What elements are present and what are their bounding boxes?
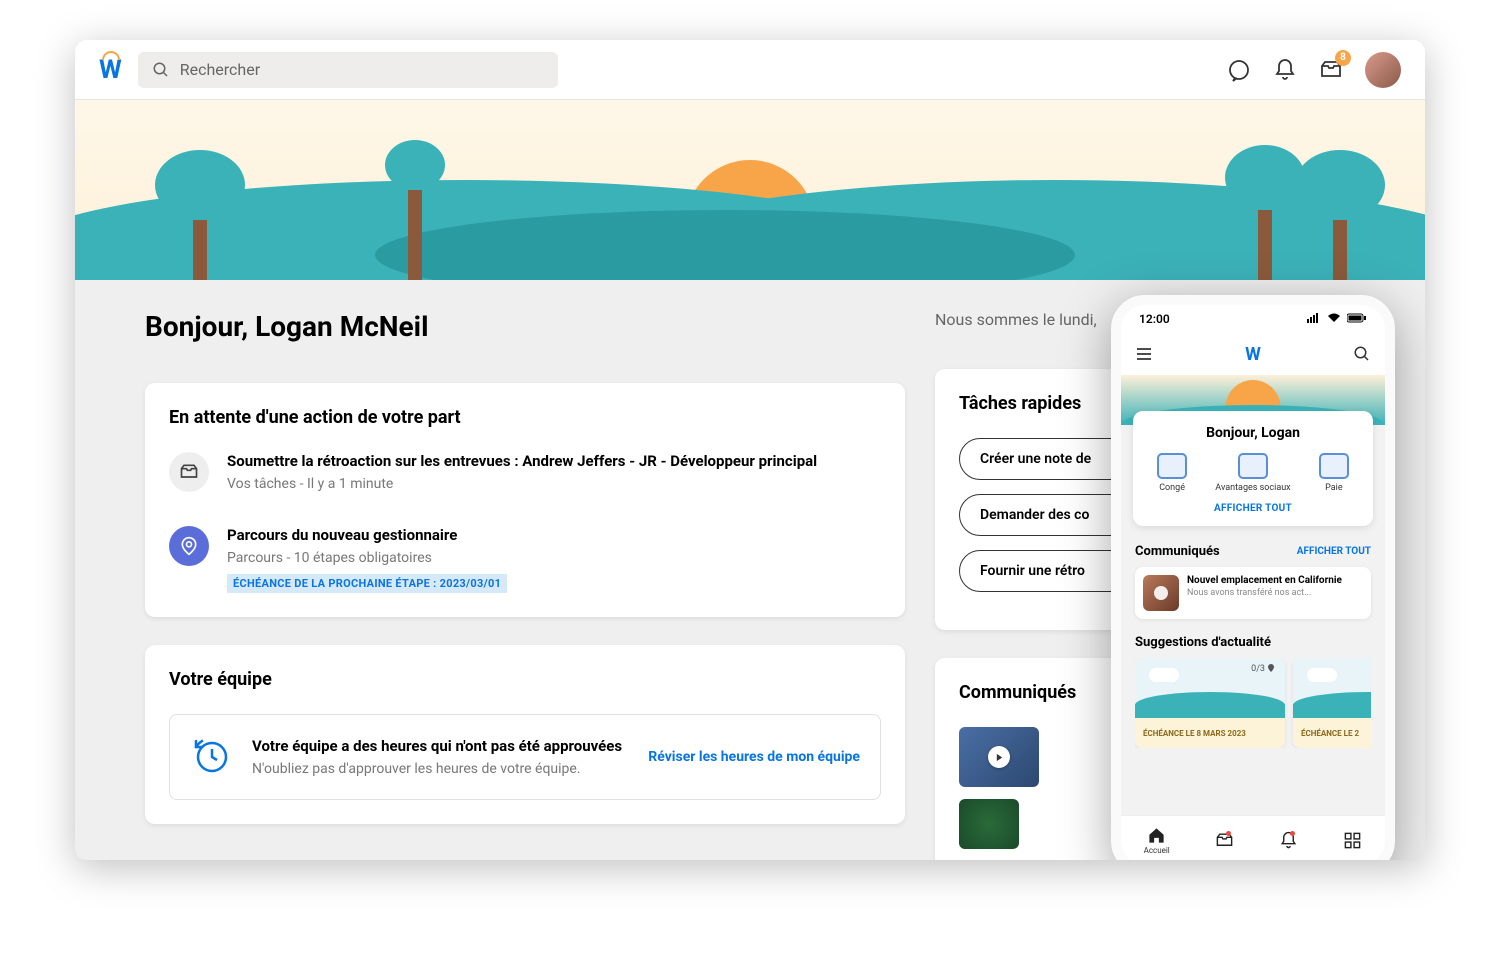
workday-logo[interactable]: W: [99, 55, 122, 85]
status-icons: [1307, 312, 1367, 326]
suitcase-icon: [1157, 453, 1187, 479]
journey-icon: [169, 526, 209, 566]
phone-comm-title: Communiqués: [1135, 544, 1220, 559]
inbox-task-icon: [169, 452, 209, 492]
phone-shortcut-pay[interactable]: Paie: [1319, 453, 1349, 493]
team-alert-title: Votre équipe a des heures qui n'ont pas …: [252, 737, 622, 755]
nav-notifications[interactable]: [1279, 831, 1298, 850]
show-all-link[interactable]: AFFICHER TOUT: [1143, 503, 1363, 514]
team-alert-box: Votre équipe a des heures qui n'ont pas …: [169, 714, 881, 800]
hero-banner: [75, 100, 1425, 280]
search-icon: [152, 61, 170, 79]
chat-icon[interactable]: [1227, 58, 1251, 82]
search-input[interactable]: Rechercher: [138, 52, 558, 88]
nav-inbox[interactable]: [1215, 831, 1234, 850]
team-alert-sub: N'oubliez pas d'approuver les heures de …: [252, 761, 622, 777]
play-icon: [1154, 586, 1168, 600]
user-avatar[interactable]: [1365, 52, 1401, 88]
search-placeholder: Rechercher: [180, 60, 260, 79]
action-item[interactable]: Soumettre la rétroaction sur les entrevu…: [169, 452, 881, 498]
phone-shortcut-benefits[interactable]: Avantages sociaux: [1215, 453, 1290, 493]
team-card: Votre équipe Votre équipe a des heures q…: [145, 645, 905, 824]
team-title: Votre équipe: [169, 669, 881, 690]
nav-apps[interactable]: [1343, 831, 1362, 850]
top-bar: W Rechercher 8: [75, 40, 1425, 100]
notification-dot: [1226, 831, 1231, 836]
play-icon: [988, 746, 1010, 768]
communique-thumb[interactable]: [959, 799, 1019, 849]
action-sub: Parcours - 10 étapes obligatoires: [227, 550, 507, 566]
due-label: ÉCHÉANCE LE 8 MARS 2023: [1135, 718, 1285, 748]
phone-status-bar: 12:00: [1121, 305, 1385, 333]
suggestions-title: Suggestions d'actualité: [1135, 635, 1271, 650]
menu-icon[interactable]: [1135, 345, 1153, 363]
inbox-badge: 8: [1335, 50, 1351, 66]
desktop-app: W Rechercher 8 Bonj: [75, 40, 1425, 860]
phone-time: 12:00: [1139, 312, 1170, 326]
phone-header: W: [1121, 333, 1385, 375]
search-icon[interactable]: [1353, 345, 1371, 363]
wallet-icon: [1319, 453, 1349, 479]
comm-item-title: Nouvel emplacement en Californie: [1187, 575, 1342, 586]
video-thumb: [1143, 575, 1179, 611]
clock-refresh-icon: [190, 735, 234, 779]
communique-video-thumb[interactable]: [959, 727, 1039, 787]
date-text: Nous sommes le lundi,: [935, 310, 1097, 329]
comm-item-sub: Nous avons transféré nos act...: [1187, 588, 1342, 598]
awaiting-title: En attente d'une action de votre part: [169, 407, 881, 428]
bell-icon[interactable]: [1273, 58, 1297, 82]
phone-greeting-card: Bonjour, Logan Congé Avantages sociaux P…: [1133, 411, 1373, 526]
action-title: Soumettre la rétroaction sur les entrevu…: [227, 452, 817, 470]
nav-home[interactable]: Accueil: [1144, 826, 1170, 855]
phone-bottom-nav: Accueil: [1121, 815, 1385, 860]
phone-comm-link[interactable]: AFFICHER TOUT: [1297, 546, 1371, 557]
progress-marker: 0/3: [1251, 664, 1275, 674]
due-badge: ÉCHÉANCE DE LA PROCHAINE ÉTAPE : 2023/03…: [227, 574, 507, 593]
review-hours-link[interactable]: Réviser les heures de mon équipe: [648, 749, 860, 765]
due-label: ÉCHÉANCE LE 2: [1293, 718, 1371, 748]
action-sub: Vos tâches - Il y a 1 minute: [227, 476, 817, 492]
phone-overlay: 12:00 W Bonjour, Logan Congé Avantages s…: [1111, 295, 1395, 860]
suggestion-card[interactable]: 0/3 ÉCHÉANCE LE 8 MARS 2023: [1135, 658, 1285, 748]
action-title: Parcours du nouveau gestionnaire: [227, 526, 507, 544]
shield-icon: [1238, 453, 1268, 479]
phone-communique-item[interactable]: Nouvel emplacement en Californie Nous av…: [1135, 567, 1371, 619]
workday-logo[interactable]: W: [1245, 344, 1261, 365]
awaiting-action-card: En attente d'une action de votre part So…: [145, 383, 905, 617]
phone-shortcut-leave[interactable]: Congé: [1157, 453, 1187, 493]
inbox-icon[interactable]: 8: [1319, 58, 1343, 82]
suggestion-card[interactable]: ÉCHÉANCE LE 2: [1293, 658, 1371, 748]
phone-greeting: Bonjour, Logan: [1143, 425, 1363, 441]
greeting-text: Bonjour, Logan McNeil: [145, 310, 429, 343]
action-item[interactable]: Parcours du nouveau gestionnaire Parcour…: [169, 526, 881, 593]
